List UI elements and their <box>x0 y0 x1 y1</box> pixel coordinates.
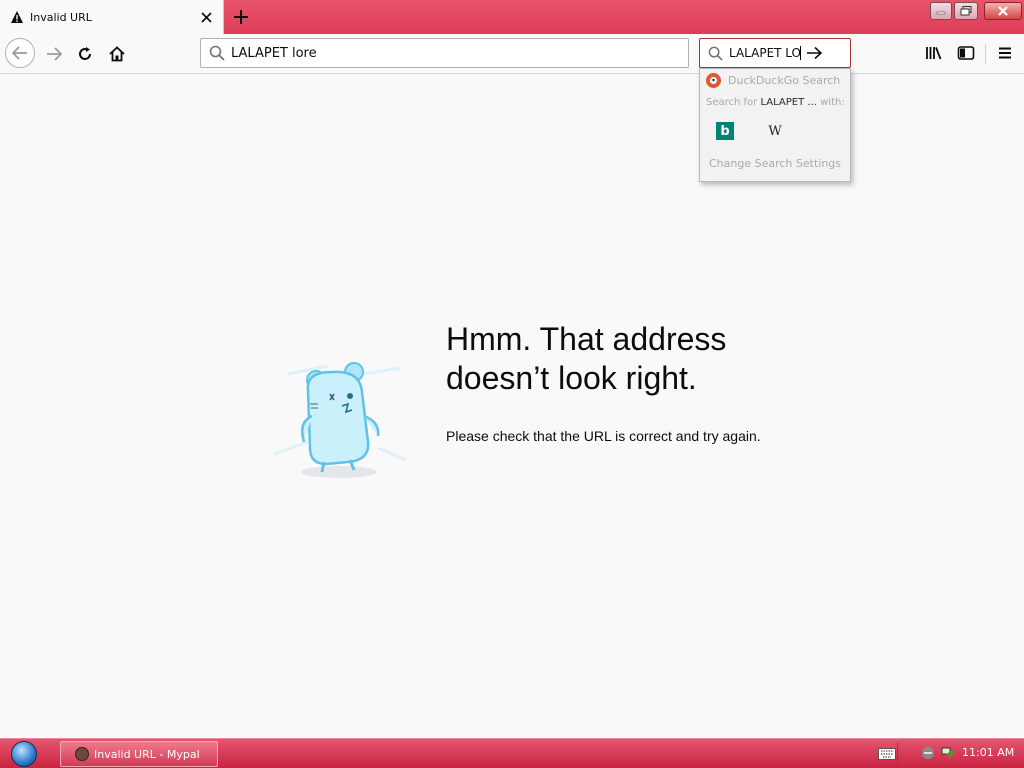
home-button[interactable] <box>103 40 131 68</box>
mypal-app-icon <box>75 747 89 761</box>
hamburger-menu-icon <box>999 47 1011 59</box>
search-input[interactable]: LALAPET LO <box>729 46 801 60</box>
search-for-label: Search for LALAPET ... with: <box>706 97 845 108</box>
system-clock[interactable]: 11:01 AM <box>962 746 1014 759</box>
home-icon <box>109 46 125 62</box>
search-go-button[interactable] <box>801 40 827 66</box>
restore-button[interactable] <box>954 2 978 20</box>
library-icon <box>926 47 942 60</box>
toolbar-separator <box>985 44 986 64</box>
sidebar-icon <box>957 46 975 60</box>
keyboard-icon[interactable] <box>876 743 898 765</box>
tray-app-icon[interactable] <box>920 745 936 761</box>
wikipedia-icon[interactable]: W <box>766 122 784 140</box>
error-title: Hmm. That address doesn’t look right. <box>446 321 727 396</box>
search-icon <box>708 46 723 61</box>
taskbar-item-mypal[interactable]: Invalid URL - Mypal <box>60 741 218 767</box>
close-icon <box>998 6 1008 16</box>
system-tray <box>920 745 956 761</box>
error-description: Please check that the URL is correct and… <box>446 428 761 444</box>
search-icon <box>209 45 225 61</box>
sidebar-button[interactable] <box>953 40 979 66</box>
duckduckgo-icon <box>706 73 721 88</box>
tab-invalid-url[interactable]: Invalid URL <box>0 0 224 34</box>
forward-arrow-icon <box>47 47 62 61</box>
tab-strip: Invalid URL <box>0 0 1024 34</box>
search-suggestions-popup: DuckDuckGo Search Search for LALAPET ...… <box>699 68 851 182</box>
library-button[interactable] <box>921 40 947 66</box>
window-close-button[interactable] <box>984 2 1022 20</box>
menu-button[interactable] <box>992 40 1018 66</box>
change-search-settings-button[interactable]: Change Search Settings <box>700 157 850 170</box>
start-button[interactable] <box>6 740 42 768</box>
arrow-right-icon <box>807 46 822 60</box>
current-search-engine[interactable]: DuckDuckGo Search <box>706 73 840 88</box>
back-arrow-icon <box>12 46 27 60</box>
minimize-button[interactable] <box>930 2 952 20</box>
windows-logo-icon <box>11 741 37 767</box>
search-bar[interactable]: LALAPET LO <box>699 38 851 68</box>
new-tab-button[interactable] <box>230 6 252 28</box>
network-icon[interactable] <box>940 745 956 761</box>
tab-title: Invalid URL <box>30 10 92 24</box>
url-bar[interactable]: LALAPET lore <box>200 38 689 68</box>
close-icon[interactable] <box>197 8 215 26</box>
navigation-toolbar: LALAPET lore LALAPET LO <box>0 34 1024 74</box>
forward-button[interactable] <box>40 40 68 68</box>
reload-button[interactable] <box>71 40 99 68</box>
url-input[interactable]: LALAPET lore <box>231 46 317 61</box>
taskbar-item-label: Invalid URL - Mypal <box>94 747 200 761</box>
minimize-icon <box>936 11 946 15</box>
reload-icon <box>79 47 91 60</box>
search-engine-label: DuckDuckGo Search <box>728 74 841 87</box>
plus-icon <box>234 10 248 24</box>
taskbar: Invalid URL - Mypal 11:01 AM <box>0 738 1024 768</box>
restore-icon <box>960 6 972 16</box>
bing-icon[interactable]: b <box>716 122 734 140</box>
warning-icon <box>10 10 24 24</box>
back-button[interactable] <box>5 38 35 68</box>
error-illustration <box>268 344 410 484</box>
